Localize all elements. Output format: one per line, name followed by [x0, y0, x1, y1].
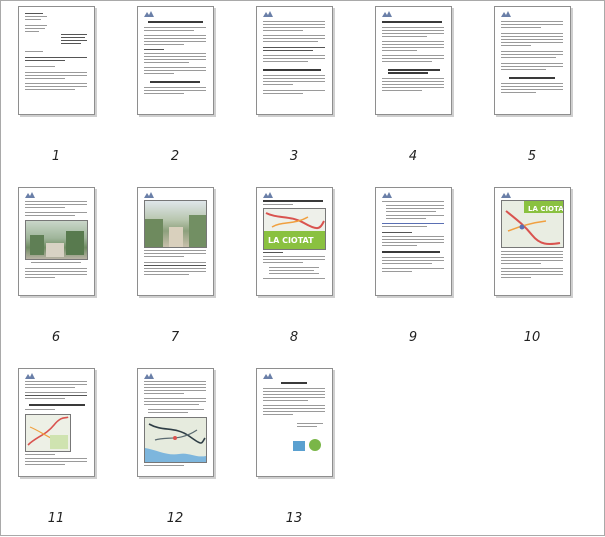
- page-number: 5: [527, 149, 537, 164]
- page-number: 8: [289, 330, 299, 345]
- thumbnail-cell[interactable]: 6: [6, 182, 106, 352]
- page-number: 10: [523, 330, 541, 345]
- photo-image: [144, 200, 207, 248]
- page-thumbnail[interactable]: [256, 368, 333, 477]
- logo-icon: [25, 192, 35, 198]
- page-number: 12: [166, 511, 184, 526]
- logo-icon: [144, 373, 154, 379]
- logo-icon: [263, 373, 273, 379]
- page-number: 9: [408, 330, 418, 345]
- page-thumbnail[interactable]: [375, 6, 452, 115]
- thumbnail-cell[interactable]: 5: [482, 1, 582, 171]
- map-banner-text: LA CIOTAT: [268, 236, 314, 245]
- map-roads: [27, 416, 69, 449]
- logo-icon: [263, 192, 273, 198]
- logo-icon: [382, 192, 392, 198]
- thumbnail-panel: 1 2 3 4 5 6 7 LA CIOTAT 8 9 LA CIOTA 10 …: [0, 0, 605, 536]
- logo-icon: [501, 192, 511, 198]
- page-thumbnail[interactable]: LA CIOTAT: [256, 187, 333, 296]
- logo-icon: [382, 11, 392, 17]
- page-number: 6: [51, 330, 61, 345]
- thumbnail-cell[interactable]: 1: [6, 1, 106, 171]
- map-image: [144, 417, 207, 463]
- map-image: [25, 414, 71, 452]
- page-thumbnail[interactable]: [18, 368, 95, 477]
- thumbnail-cell[interactable]: 3: [244, 1, 344, 171]
- page-thumbnail[interactable]: [137, 6, 214, 115]
- thumbnail-cell[interactable]: 13: [244, 363, 344, 533]
- page-number: 11: [47, 511, 65, 526]
- map-banner-text: LA CIOTAT: [528, 205, 563, 213]
- page-number: 3: [289, 149, 299, 164]
- thumbnail-cell[interactable]: 2: [125, 1, 225, 171]
- page-thumbnail[interactable]: [18, 6, 95, 115]
- logo-icon: [144, 11, 154, 17]
- thumbnail-cell[interactable]: 11: [6, 363, 106, 533]
- thumbnail-cell[interactable]: LA CIOTAT 10: [482, 182, 582, 352]
- map-roads: LA CIOTAT: [502, 201, 563, 247]
- thumbnail-grid: 1 2 3 4 5 6 7 LA CIOTAT 8 9 LA CIOTA 10 …: [1, 1, 605, 537]
- page-thumbnail[interactable]: [18, 187, 95, 296]
- page-number: 4: [408, 149, 418, 164]
- page-thumbnail[interactable]: [256, 6, 333, 115]
- page-thumbnail[interactable]: [375, 187, 452, 296]
- page-number: 2: [170, 149, 180, 164]
- logo-icon: [144, 192, 154, 198]
- map-image: LA CIOTAT: [501, 200, 564, 248]
- page-number: 13: [285, 511, 303, 526]
- page-number: 7: [170, 330, 180, 345]
- logo-icon: [263, 11, 273, 17]
- page-thumbnail[interactable]: [494, 6, 571, 115]
- photo-image: [25, 220, 88, 260]
- logo-icon: [501, 11, 511, 17]
- map-roads: [145, 423, 206, 462]
- page-number: 1: [51, 149, 61, 164]
- logo-icon: [25, 373, 35, 379]
- map-roads: LA CIOTAT: [264, 212, 325, 249]
- thumbnail-cell[interactable]: 9: [363, 182, 463, 352]
- page-thumbnail[interactable]: [137, 187, 214, 296]
- thumbnail-cell[interactable]: 4: [363, 1, 463, 171]
- signature-logo: [293, 437, 323, 453]
- thumbnail-cell[interactable]: 12: [125, 363, 225, 533]
- thumbnail-cell[interactable]: 7: [125, 182, 225, 352]
- page-thumbnail[interactable]: LA CIOTAT: [494, 187, 571, 296]
- page-thumbnail[interactable]: [137, 368, 214, 477]
- thumbnail-cell[interactable]: LA CIOTAT 8: [244, 182, 344, 352]
- map-image: LA CIOTAT: [263, 208, 326, 250]
